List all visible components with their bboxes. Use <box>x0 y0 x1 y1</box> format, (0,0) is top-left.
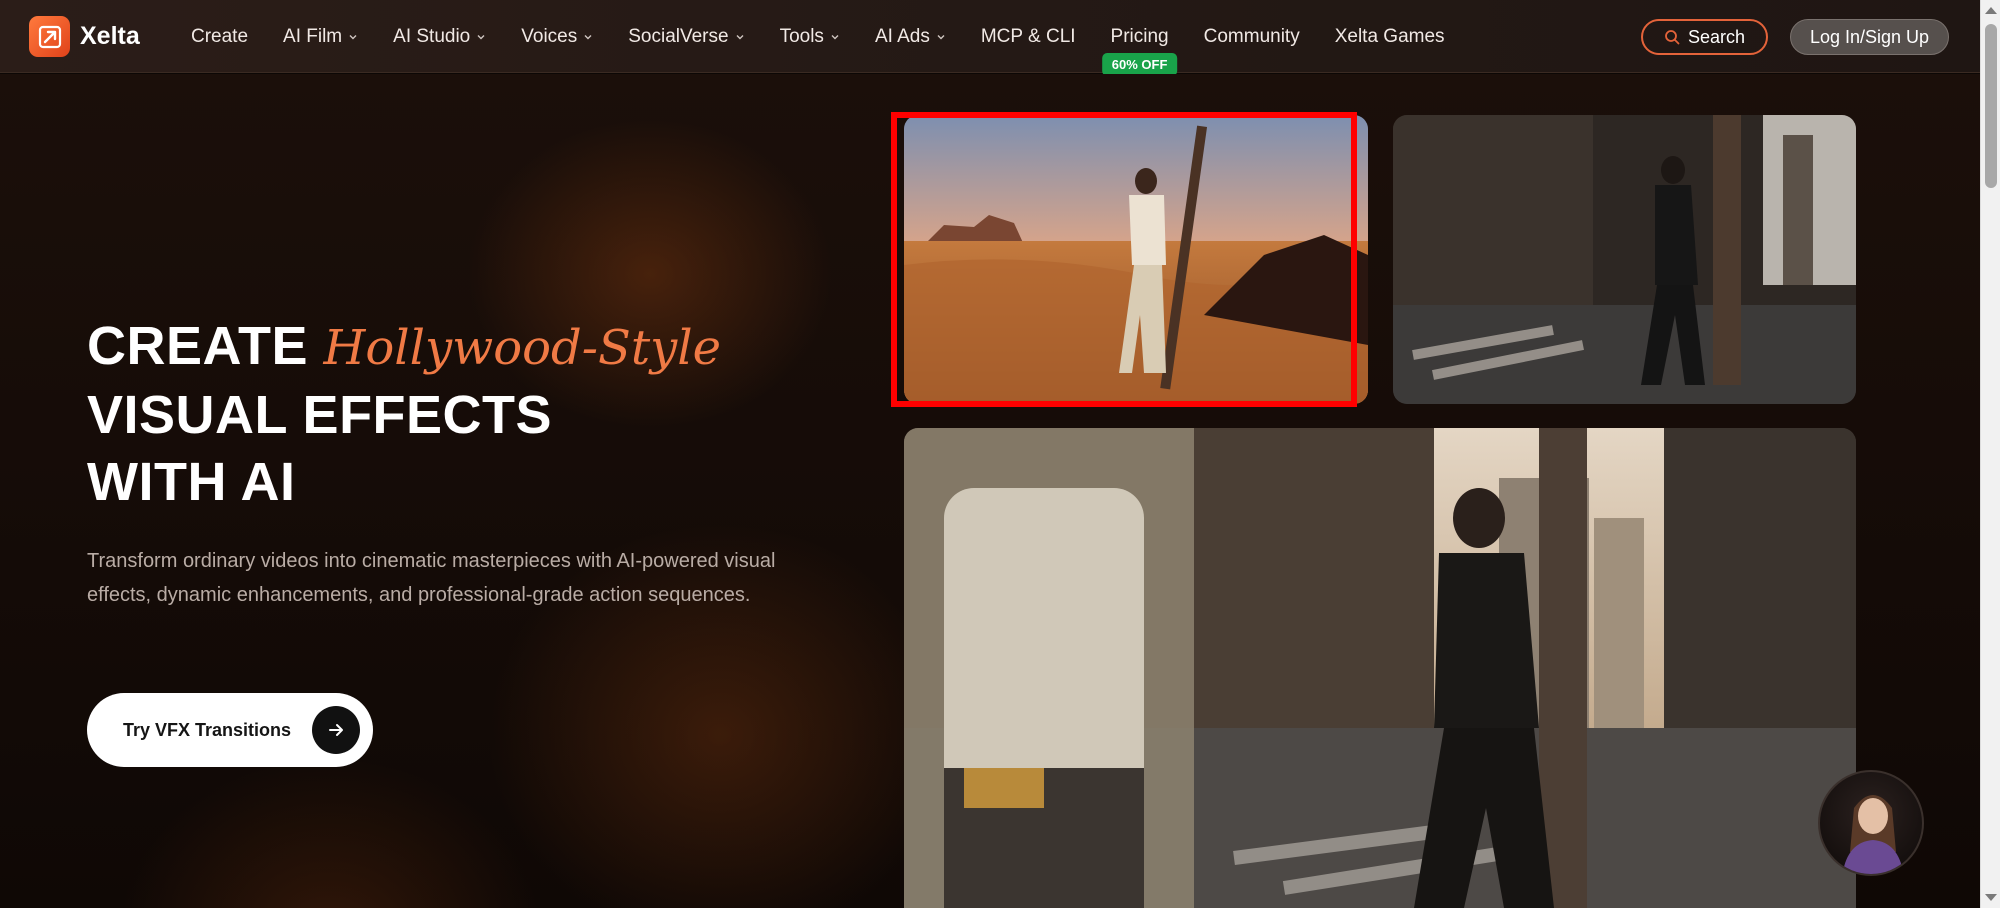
search-icon <box>1665 30 1680 45</box>
try-vfx-transitions-button[interactable]: Try VFX Transitions <box>87 693 373 767</box>
assistant-avatar[interactable] <box>1818 770 1924 876</box>
scroll-thumb[interactable] <box>1985 24 1997 188</box>
arrow-right-icon <box>312 706 360 754</box>
discount-badge: 60% OFF <box>1101 52 1178 76</box>
chevron-down-icon <box>477 34 485 39</box>
desert-scene-thumbnail[interactable] <box>904 115 1368 404</box>
nav-item-socialverse[interactable]: SocialVerse <box>628 26 744 48</box>
search-button[interactable]: Search <box>1641 19 1768 55</box>
xelta-logo-icon <box>29 16 70 57</box>
brand-logo[interactable]: Xelta <box>29 16 140 57</box>
nav-item-ai-studio[interactable]: AI Studio <box>393 26 486 48</box>
scroll-up-icon[interactable] <box>1985 7 1997 14</box>
scroll-down-icon[interactable] <box>1985 894 1997 901</box>
nav-item-mcp-cli[interactable]: MCP & CLI <box>981 26 1076 48</box>
main-menu: Create AI Film AI Studio Voices SocialVe… <box>191 0 1480 76</box>
chevron-down-icon <box>349 34 357 39</box>
featured-city-scene-image[interactable] <box>904 428 1856 908</box>
nav-item-community[interactable]: Community <box>1204 26 1300 48</box>
nav-item-xelta-games[interactable]: Xelta Games <box>1335 26 1445 48</box>
headline-with-ai: WITH AI <box>87 452 296 512</box>
nav-item-tools[interactable]: Tools <box>780 26 840 48</box>
chevron-down-icon <box>584 34 592 39</box>
nav-item-voices[interactable]: Voices <box>521 26 593 48</box>
chevron-down-icon <box>736 34 744 39</box>
hero-headline: CREATE Hollywood-Style VISUAL EFFECTS WI… <box>87 313 867 516</box>
headline-hollywood-style: Hollywood-Style <box>323 320 721 376</box>
city-street-thumbnail[interactable] <box>1393 115 1856 404</box>
headline-word-create: CREATE <box>87 316 309 376</box>
page-scrollbar[interactable] <box>1980 0 2000 908</box>
top-navbar: Xelta Create AI Film AI Studio Voices So… <box>0 0 1980 76</box>
nav-item-ai-film[interactable]: AI Film <box>283 26 358 48</box>
hero-subtext: Transform ordinary videos into cinematic… <box>87 550 776 606</box>
chevron-down-icon <box>831 34 839 39</box>
nav-item-pricing[interactable]: Pricing 60% OFF <box>1101 26 1178 76</box>
nav-item-create[interactable]: Create <box>191 26 248 48</box>
headline-visual-effects: VISUAL EFFECTS <box>87 385 553 445</box>
login-signup-button[interactable]: Log In/Sign Up <box>1790 19 1949 55</box>
search-label: Search <box>1687 26 1746 47</box>
brand-name: Xelta <box>80 22 140 50</box>
cta-label: Try VFX Transitions <box>123 719 292 740</box>
chevron-down-icon <box>937 34 945 39</box>
nav-item-ai-ads[interactable]: AI Ads <box>875 26 946 48</box>
